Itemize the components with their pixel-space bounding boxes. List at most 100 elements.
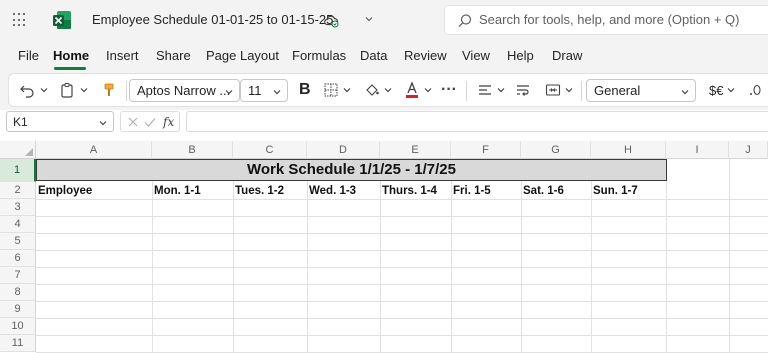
clipboard-icon [61, 83, 73, 98]
decimal-button[interactable] [749, 74, 763, 106]
row-header-2[interactable]: 2 [0, 182, 36, 199]
menu-review[interactable]: Review [404, 48, 447, 63]
row-header-1[interactable]: 1 [0, 159, 36, 182]
row-header-3[interactable]: 3 [0, 199, 36, 216]
row-header-9[interactable]: 9 [0, 301, 36, 318]
chevron-down-icon [80, 88, 88, 93]
format-painter-button[interactable] [101, 74, 117, 106]
column-header-b[interactable]: B [152, 141, 233, 159]
column-header-i[interactable]: I [666, 141, 729, 159]
row-header-6[interactable]: 6 [0, 250, 36, 267]
search-box[interactable] [444, 5, 768, 35]
chevron-down-icon [728, 88, 735, 93]
font-size-value: 11 [248, 83, 262, 98]
font-name-dropdown[interactable]: Aptos Narrow ... [129, 79, 240, 102]
row-header-5[interactable]: 5 [0, 233, 36, 250]
bold-label: B [299, 81, 311, 98]
header-cell-wed[interactable]: Wed. 1-3 [307, 182, 380, 200]
menu-page-layout[interactable]: Page Layout [206, 48, 279, 63]
row-header-8[interactable]: 8 [0, 284, 36, 301]
chevron-down-icon [424, 88, 432, 93]
header-cell-sun[interactable]: Sun. 1-7 [591, 182, 666, 200]
document-title[interactable]: Employee Schedule 01-01-25 to 01-15-25 [92, 12, 333, 27]
decimal-icon [750, 84, 761, 96]
menu-formulas[interactable]: Formulas [292, 48, 346, 63]
cancel-icon[interactable] [126, 115, 140, 129]
font-name-value: Aptos Narrow ... [137, 83, 231, 98]
insert-function-button[interactable]: fx [163, 115, 174, 129]
column-header-d[interactable]: D [307, 141, 380, 159]
column-header-a[interactable]: A [36, 141, 152, 159]
format-painter-icon [104, 83, 114, 96]
ribbon-separator [126, 81, 127, 101]
menu-share[interactable]: Share [156, 48, 191, 63]
column-header-c[interactable]: C [233, 141, 307, 159]
chevron-down-icon [225, 90, 233, 95]
merge-icon [545, 84, 561, 96]
chevron-down-icon [565, 88, 573, 93]
number-format-dropdown[interactable]: General [586, 79, 696, 102]
menu-insert[interactable]: Insert [106, 48, 139, 63]
confirm-icon[interactable] [143, 115, 157, 129]
header-cell-tue[interactable]: Tues. 1-2 [233, 182, 307, 200]
column-header-g[interactable]: G [521, 141, 591, 159]
row-header-11[interactable]: 11 [0, 335, 36, 352]
header-cell-fri[interactable]: Fri. 1-5 [451, 182, 521, 200]
schedule-title: Work Schedule 1/1/25 - 1/7/25 [247, 161, 456, 178]
menu-file[interactable]: File [18, 48, 39, 63]
chevron-down-icon [681, 90, 689, 95]
excel-logo-icon [53, 11, 71, 29]
chevron-down-icon[interactable] [364, 14, 374, 24]
ribbon-area: Aptos Narrow ... 11 B ··· General $€ [0, 70, 768, 110]
row-header-7[interactable]: 7 [0, 267, 36, 284]
fill-color-button[interactable] [364, 74, 393, 106]
spreadsheet-grid[interactable]: A B C D E F G H I J 1 2 3 4 5 6 7 8 9 10… [0, 141, 768, 353]
gridline [36, 318, 768, 319]
align-button[interactable] [477, 74, 506, 106]
currency-format-button[interactable]: $€ [709, 74, 736, 106]
bold-button[interactable]: B [299, 74, 311, 106]
menu-home[interactable]: Home [53, 48, 89, 63]
borders-button[interactable] [323, 74, 352, 106]
chevron-down-icon [384, 88, 392, 93]
wrap-text-button[interactable] [515, 74, 531, 106]
app-launcher-icon[interactable] [13, 13, 27, 27]
font-size-dropdown[interactable]: 11 [240, 79, 288, 102]
currency-label: $€ [709, 82, 724, 98]
header-cell-mon[interactable]: Mon. 1-1 [152, 182, 233, 200]
header-cell-thu[interactable]: Thurs. 1-4 [380, 182, 451, 200]
merge-button[interactable] [545, 74, 574, 106]
formula-bar: K1 fx [0, 110, 768, 134]
menu-draw[interactable]: Draw [552, 48, 582, 63]
header-cell-employee[interactable]: Employee [36, 182, 152, 200]
gridline [36, 335, 768, 336]
column-header-h[interactable]: H [591, 141, 666, 159]
font-color-icon [406, 81, 418, 98]
row-header-4[interactable]: 4 [0, 216, 36, 233]
menu-help[interactable]: Help [507, 48, 534, 63]
search-input[interactable] [479, 12, 763, 27]
menu-view[interactable]: View [462, 48, 490, 63]
name-box[interactable]: K1 [6, 111, 114, 132]
chevron-down-icon [99, 121, 107, 126]
gridline [36, 267, 768, 268]
chevron-down-icon [343, 88, 351, 93]
paste-button[interactable] [59, 74, 89, 106]
menu-data[interactable]: Data [360, 48, 387, 63]
select-all-corner[interactable] [0, 141, 36, 159]
font-color-button[interactable] [404, 74, 433, 106]
row-header-10[interactable]: 10 [0, 318, 36, 335]
column-header-f[interactable]: F [451, 141, 521, 159]
more-options-button[interactable]: ··· [441, 74, 457, 106]
formula-input[interactable] [186, 111, 768, 132]
header-cell-sat[interactable]: Sat. 1-6 [521, 182, 591, 200]
fill-color-icon [366, 84, 379, 96]
column-header-j[interactable]: J [729, 141, 768, 159]
align-icon [479, 85, 491, 95]
saved-to-cloud-icon[interactable] [323, 12, 339, 28]
gridline [36, 216, 768, 217]
gridline [36, 250, 768, 251]
select-all-triangle-icon [25, 148, 33, 156]
column-header-e[interactable]: E [380, 141, 451, 159]
undo-button[interactable] [19, 74, 49, 106]
